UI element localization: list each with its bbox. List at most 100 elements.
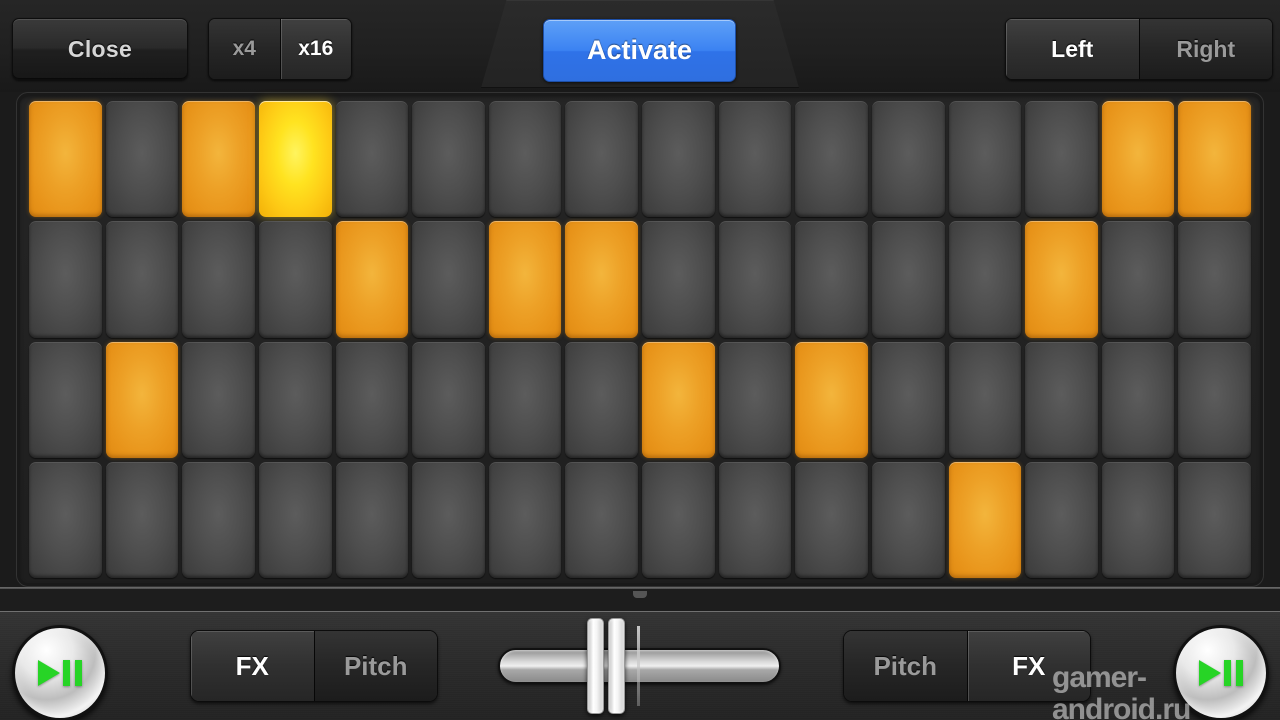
speed-option-x4-label: x4: [232, 37, 256, 60]
step-pad-r1-c15[interactable]: [1101, 101, 1175, 218]
step-pad-r3-c6[interactable]: [412, 341, 485, 458]
step-pad-r3-c11[interactable]: [795, 341, 868, 458]
step-pad-r2-c6[interactable]: [412, 221, 485, 338]
crossfader-center-tick: [637, 626, 640, 706]
step-pad-r3-c12[interactable]: [871, 341, 945, 458]
mode-toggle-left[interactable]: FX Pitch: [190, 630, 438, 702]
speed-option-x16-label: x16: [298, 37, 334, 60]
step-pad-r4-c14[interactable]: [1025, 461, 1098, 578]
step-pad-r3-c4[interactable]: [258, 341, 332, 458]
activate-button[interactable]: Activate: [543, 19, 736, 82]
step-pad-r4-c13[interactable]: [948, 461, 1022, 578]
step-pad-r2-c13[interactable]: [948, 221, 1022, 338]
mode-left-option-fx[interactable]: FX: [191, 631, 314, 701]
step-pad-r4-c3[interactable]: [182, 461, 255, 578]
top-toolbar: Close x4 x16 Activate Left Right: [0, 0, 1280, 92]
step-pad-r2-c5[interactable]: [335, 221, 409, 338]
speed-multiplier-toggle[interactable]: x4 x16: [208, 18, 352, 80]
step-pad-r3-c2[interactable]: [105, 341, 179, 458]
step-pad-r3-c14[interactable]: [1025, 341, 1098, 458]
play-icon: [1199, 660, 1221, 686]
step-sequencer-panel: [16, 92, 1264, 587]
mode-right-option-pitch-label: Pitch: [873, 650, 938, 681]
step-pad-r3-c16[interactable]: [1178, 341, 1251, 458]
mode-left-option-pitch[interactable]: Pitch: [314, 631, 437, 701]
mode-right-option-pitch[interactable]: Pitch: [844, 631, 967, 701]
step-pad-r1-c13[interactable]: [948, 101, 1022, 218]
step-pad-r4-c15[interactable]: [1101, 461, 1175, 578]
step-pad-r1-c2[interactable]: [105, 101, 179, 218]
close-button[interactable]: Close: [12, 18, 188, 80]
step-pad-r3-c8[interactable]: [565, 341, 638, 458]
pause-icon: [1224, 660, 1243, 686]
speed-option-x16[interactable]: x16: [280, 19, 351, 79]
play-pause-button-right[interactable]: [1173, 625, 1269, 720]
play-pause-button-left[interactable]: [12, 625, 108, 720]
step-pad-r3-c1[interactable]: [29, 341, 102, 458]
deck-side-option-left[interactable]: Left: [1006, 19, 1139, 79]
step-pad-r4-c9[interactable]: [642, 461, 715, 578]
step-pad-r1-c16[interactable]: [1178, 101, 1251, 218]
step-pad-r4-c8[interactable]: [565, 461, 638, 578]
step-pad-r4-c2[interactable]: [105, 461, 179, 578]
step-pad-r2-c14[interactable]: [1025, 221, 1098, 338]
step-pad-r2-c10[interactable]: [718, 221, 792, 338]
step-pad-r1-c1[interactable]: [29, 101, 102, 218]
step-pad-r2-c16[interactable]: [1178, 221, 1251, 338]
step-pad-r1-c3[interactable]: [182, 101, 255, 218]
step-pad-r2-c9[interactable]: [642, 221, 715, 338]
step-pad-r1-c11[interactable]: [795, 101, 868, 218]
step-pad-r1-c8[interactable]: [565, 101, 638, 218]
deck-side-option-right-label: Right: [1176, 35, 1236, 62]
step-pad-r1-c14[interactable]: [1025, 101, 1098, 218]
step-pad-r2-c12[interactable]: [871, 221, 945, 338]
toolbar-top-edge: [0, 587, 1280, 589]
deck-side-option-right[interactable]: Right: [1139, 19, 1272, 79]
step-pad-r2-c3[interactable]: [182, 221, 255, 338]
crossfader-handle[interactable]: [587, 618, 625, 714]
step-pad-r1-c7[interactable]: [488, 101, 562, 218]
step-pad-r4-c10[interactable]: [718, 461, 792, 578]
mode-left-option-pitch-label: Pitch: [343, 650, 408, 681]
step-pad-r2-c1[interactable]: [29, 221, 102, 338]
step-pad-r4-c11[interactable]: [795, 461, 868, 578]
step-pad-r3-c15[interactable]: [1101, 341, 1175, 458]
step-pad-r2-c2[interactable]: [105, 221, 179, 338]
step-pad-r4-c12[interactable]: [871, 461, 945, 578]
step-pad-r4-c4[interactable]: [258, 461, 332, 578]
speed-option-x4[interactable]: x4: [209, 19, 280, 79]
step-pad-r3-c9[interactable]: [642, 341, 715, 458]
step-pad-r1-c6[interactable]: [412, 101, 485, 218]
step-pad-r3-c13[interactable]: [948, 341, 1022, 458]
step-pad-r1-c12[interactable]: [871, 101, 945, 218]
step-pad-r3-c7[interactable]: [488, 341, 562, 458]
step-pad-r4-c5[interactable]: [335, 461, 409, 578]
step-pad-r3-c10[interactable]: [718, 341, 792, 458]
pause-icon: [63, 660, 82, 686]
step-pad-r2-c8[interactable]: [565, 221, 638, 338]
step-pad-r2-c4[interactable]: [258, 221, 332, 338]
step-pad-r4-c7[interactable]: [488, 461, 562, 578]
step-pad-r1-c9[interactable]: [642, 101, 715, 218]
step-pad-r2-c11[interactable]: [795, 221, 868, 338]
step-pad-r3-c3[interactable]: [182, 341, 255, 458]
step-pad-r1-c5[interactable]: [335, 101, 409, 218]
activate-button-label: Activate: [586, 35, 693, 65]
step-pad-r4-c1[interactable]: [29, 461, 102, 578]
mode-right-option-fx-label: FX: [1012, 650, 1046, 681]
step-pad-r1-c10[interactable]: [718, 101, 792, 218]
mode-right-option-fx[interactable]: FX: [967, 631, 1090, 701]
step-pad-r2-c15[interactable]: [1101, 221, 1175, 338]
mode-toggle-right[interactable]: Pitch FX: [843, 630, 1091, 702]
close-button-label: Close: [67, 35, 133, 62]
step-pad-r4-c6[interactable]: [412, 461, 485, 578]
mode-left-option-fx-label: FX: [235, 650, 269, 681]
step-sequencer-grid[interactable]: [29, 101, 1251, 578]
toolbar-nub: [633, 591, 647, 598]
step-pad-r4-c16[interactable]: [1178, 461, 1251, 578]
deck-side-option-left-label: Left: [1051, 35, 1094, 62]
step-pad-r2-c7[interactable]: [488, 221, 562, 338]
step-pad-r3-c5[interactable]: [335, 341, 409, 458]
deck-side-toggle[interactable]: Left Right: [1005, 18, 1273, 80]
step-pad-r1-c4[interactable]: [258, 101, 332, 218]
